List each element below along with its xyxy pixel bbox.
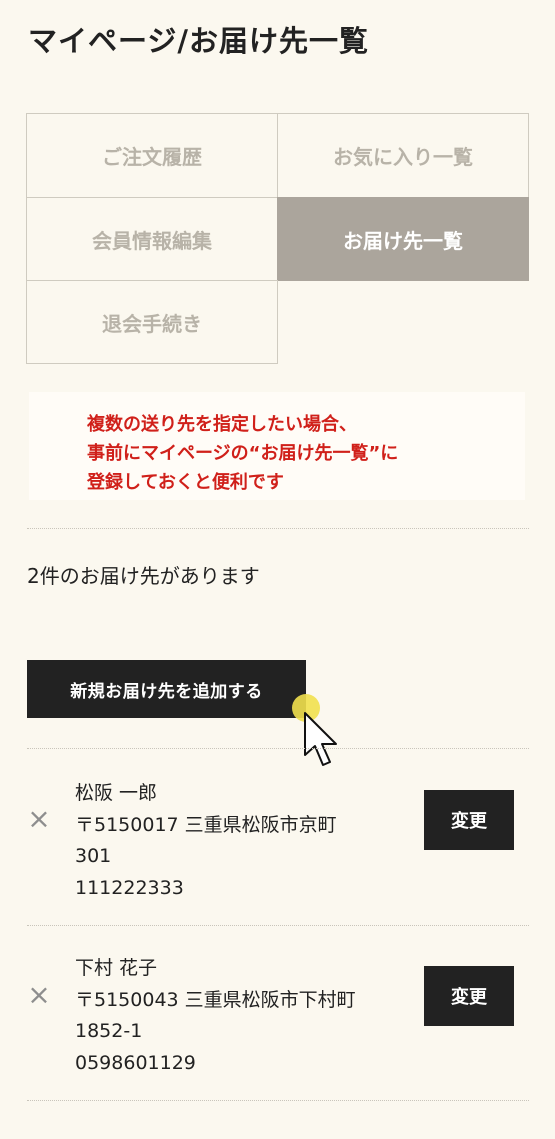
address-phone: 111222333 (75, 876, 184, 899)
mouse-pointer-icon (304, 712, 337, 766)
mypage-menu: ご注文履歴 お気に入り一覧 会員情報編集 お届け先一覧 退会手続き (26, 113, 529, 364)
address-row: × 下村 花子 〒5150043 三重県松阪市下村町 1852-1 059860… (27, 953, 529, 1103)
change-address-button[interactable]: 変更 (424, 966, 514, 1026)
menu-item-favorites[interactable]: お気に入り一覧 (277, 113, 529, 198)
close-icon[interactable]: × (27, 805, 51, 833)
divider (27, 1100, 529, 1101)
address-name: 下村 花子 (75, 957, 158, 979)
address-text-line2: 1852-1 (75, 1020, 143, 1042)
address-details: 松阪 一郎 〒5150017 三重県松阪市京町 301 111222333 (75, 778, 337, 904)
menu-empty-cell (278, 281, 529, 364)
menu-item-order-history[interactable]: ご注文履歴 (26, 113, 278, 198)
address-details: 下村 花子 〒5150043 三重県松阪市下村町 1852-1 05986011… (75, 953, 356, 1079)
close-icon[interactable]: × (27, 981, 51, 1009)
notice-line: 複数の送り先を指定したい場合、 (87, 414, 357, 435)
address-text: 〒5150017 三重県松阪市京町 (75, 813, 337, 836)
change-address-button[interactable]: 変更 (424, 790, 514, 850)
divider (27, 748, 529, 749)
divider (27, 925, 529, 926)
address-name: 松阪 一郎 (75, 782, 158, 804)
menu-item-member-info[interactable]: 会員情報編集 (26, 197, 278, 281)
menu-item-withdrawal[interactable]: 退会手続き (26, 280, 278, 364)
divider (27, 528, 529, 529)
address-count: 2件のお届け先があります (27, 564, 260, 588)
page-title: マイページ/お届け先一覧 (28, 24, 370, 58)
notice-box: 複数の送り先を指定したい場合、 事前にマイページの“お届け先一覧”に 登録してお… (29, 392, 525, 500)
notice-line: 登録しておくと便利です (87, 472, 284, 493)
add-address-button[interactable]: 新規お届け先を追加する (27, 660, 306, 718)
address-text-line2: 301 (75, 845, 112, 867)
address-row: × 松阪 一郎 〒5150017 三重県松阪市京町 301 111222333 … (27, 778, 529, 928)
menu-item-delivery-addresses[interactable]: お届け先一覧 (277, 197, 529, 281)
address-phone: 0598601129 (75, 1051, 196, 1074)
address-text: 〒5150043 三重県松阪市下村町 (75, 988, 356, 1011)
notice-line: 事前にマイページの“お届け先一覧”に (87, 443, 399, 464)
